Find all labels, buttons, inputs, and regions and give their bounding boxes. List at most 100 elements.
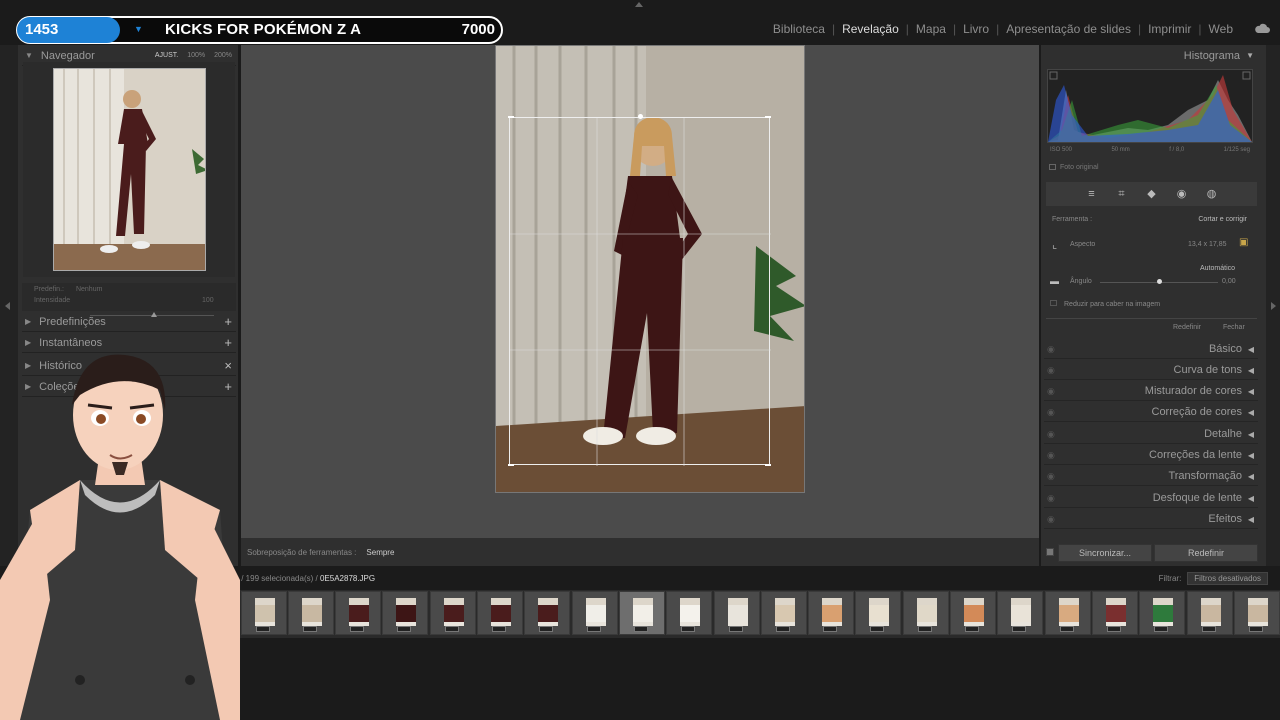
- left-panel-toggle-icon[interactable]: [5, 302, 10, 310]
- section-correcoes-lente[interactable]: ◉ Correções da lente ◀: [1044, 446, 1258, 465]
- module-book[interactable]: Livro: [956, 22, 996, 36]
- filmstrip-thumbnail[interactable]: [950, 591, 996, 635]
- filmstrip-thumbnail[interactable]: [1186, 591, 1233, 635]
- filmstrip-thumbnail[interactable]: [240, 591, 287, 635]
- filmstrip-thumbnail[interactable]: [1233, 591, 1280, 635]
- filmstrip-thumbnail[interactable]: [855, 591, 902, 635]
- crop-handle-bl[interactable]: [508, 464, 514, 466]
- top-panel-toggle-icon[interactable]: [635, 2, 643, 7]
- module-map[interactable]: Mapa: [909, 22, 953, 36]
- add-icon[interactable]: +: [224, 314, 232, 329]
- module-print[interactable]: Imprimir: [1141, 22, 1198, 36]
- crop-handle-top[interactable]: [638, 114, 643, 119]
- filmstrip-thumbnail[interactable]: [760, 591, 807, 635]
- filmstrip-thumbnail[interactable]: [1091, 591, 1138, 635]
- crop-frame-icon[interactable]: ⌞: [1052, 238, 1057, 251]
- eye-icon[interactable]: ◉: [1047, 510, 1055, 529]
- filmstrip-thumbnail[interactable]: [1044, 591, 1091, 635]
- edited-badge-icon: [728, 626, 743, 632]
- add-icon[interactable]: +: [224, 335, 232, 350]
- zoom-200-option[interactable]: 200%: [214, 52, 232, 59]
- section-desfoque[interactable]: ◉ Desfoque de lente ◀: [1044, 489, 1258, 508]
- checkbox[interactable]: [1049, 164, 1056, 171]
- eye-icon[interactable]: ◉: [1047, 467, 1055, 486]
- constrain-checkbox[interactable]: [1050, 300, 1057, 306]
- sliders-icon[interactable]: ≡: [1087, 189, 1097, 200]
- section-correcao-cores[interactable]: ◉ Correção de cores ◀: [1044, 403, 1258, 422]
- module-library[interactable]: Biblioteca: [766, 22, 832, 36]
- tool-overlay-select[interactable]: Sempre: [366, 548, 394, 557]
- section-transformacao[interactable]: ◉ Transformação ◀: [1044, 467, 1258, 486]
- eraser-icon[interactable]: ◆: [1147, 189, 1157, 200]
- filmstrip-thumbnail[interactable]: [335, 591, 382, 635]
- auto-sync-switch[interactable]: [1046, 548, 1054, 556]
- module-slideshow[interactable]: Apresentação de slides: [999, 22, 1138, 36]
- expand-triangle-icon: ◀: [1247, 345, 1254, 354]
- automatic-button[interactable]: Automático: [1200, 265, 1235, 272]
- thumbnail-image: [443, 598, 464, 626]
- eye-icon[interactable]: ◉: [1047, 361, 1055, 380]
- eye-icon[interactable]: ◉: [1047, 382, 1055, 401]
- module-web[interactable]: Web: [1202, 22, 1240, 36]
- filmstrip-thumbnail[interactable]: [382, 591, 429, 635]
- angle-value[interactable]: 0,00: [1222, 278, 1236, 285]
- lock-icon[interactable]: ▣: [1239, 237, 1248, 248]
- filmstrip-thumbnail[interactable]: [713, 591, 760, 635]
- filmstrip-thumbnail[interactable]: [618, 591, 665, 635]
- section-efeitos[interactable]: ◉ Efeitos ◀: [1044, 510, 1258, 529]
- eye-icon[interactable]: ◉: [1047, 446, 1055, 465]
- filter-control: Filtrar: Filtros desativados: [1159, 572, 1268, 585]
- crop-reset-button[interactable]: Redefinir: [1173, 324, 1201, 331]
- crop-handle-br[interactable]: [765, 464, 771, 466]
- crop-icon[interactable]: ⌗: [1117, 189, 1127, 200]
- crop-handle-tr[interactable]: [765, 116, 771, 118]
- histogram[interactable]: [1047, 69, 1253, 143]
- edited-badge-icon: [255, 626, 270, 632]
- level-icon[interactable]: ▬: [1050, 276, 1059, 286]
- crop-handle-tl[interactable]: [508, 116, 514, 118]
- eye-icon[interactable]: ◉: [1047, 403, 1055, 422]
- filmstrip-thumbnail[interactable]: [808, 591, 855, 635]
- original-photo-toggle[interactable]: Foto original: [1049, 164, 1099, 171]
- exif-shutter: 1/125 seg: [1223, 147, 1250, 153]
- zoom-100-option[interactable]: 100%: [187, 52, 205, 59]
- eye-icon[interactable]: ◉: [1047, 340, 1055, 359]
- zoom-fit-option[interactable]: AJUST.: [155, 52, 178, 59]
- navigator-preview[interactable]: [53, 68, 206, 271]
- filter-select[interactable]: Filtros desativados: [1187, 572, 1268, 585]
- thumbnail-image: [301, 598, 322, 626]
- aspect-select[interactable]: 13,4 x 17,85: [1188, 241, 1227, 248]
- filmstrip-thumbnail[interactable]: [477, 591, 523, 635]
- section-curva-de-tons[interactable]: ◉ Curva de tons ◀: [1044, 361, 1258, 380]
- filmstrip-thumbnail[interactable]: [571, 591, 618, 635]
- module-develop[interactable]: Revelação: [835, 22, 906, 36]
- edited-badge-icon: [1248, 626, 1263, 632]
- filmstrip-thumbnail[interactable]: [287, 591, 334, 635]
- mask-icon[interactable]: ◍: [1207, 189, 1217, 200]
- reset-button[interactable]: Redefinir: [1154, 544, 1258, 562]
- filmstrip-thumbnail[interactable]: [429, 591, 476, 635]
- section-detalhe[interactable]: ◉ Detalhe ◀: [1044, 425, 1258, 444]
- filmstrip-thumbnail[interactable]: [666, 591, 713, 635]
- exif-aperture: f / 8,0: [1169, 147, 1185, 153]
- right-panel-toggle-icon[interactable]: [1271, 302, 1276, 310]
- filmstrip-filename[interactable]: 0E5A2878.JPG: [320, 574, 375, 583]
- filmstrip-thumbnail[interactable]: [997, 591, 1044, 635]
- angle-thumb[interactable]: [1157, 279, 1162, 284]
- thumbnail-image: [822, 598, 843, 626]
- section-basico[interactable]: ◉ Básico ◀: [1044, 340, 1258, 359]
- filmstrip-thumbnail[interactable]: [902, 591, 949, 635]
- histogram-header[interactable]: Histograma ▼: [1044, 46, 1258, 66]
- cloud-icon[interactable]: [1254, 22, 1270, 34]
- filmstrip-thumbnail[interactable]: [524, 591, 571, 635]
- crop-close-button[interactable]: Fechar: [1223, 324, 1245, 331]
- eye-icon[interactable]: ◉: [1047, 425, 1055, 444]
- section-predefinicoes[interactable]: ▶ Predefinições +: [22, 312, 236, 332]
- sync-button[interactable]: Sincronizar...: [1058, 544, 1152, 562]
- red-eye-icon[interactable]: ◉: [1177, 189, 1187, 200]
- preset-label: Predefin.:: [34, 286, 64, 293]
- filmstrip-thumbnail[interactable]: [1139, 591, 1186, 635]
- crop-overlay[interactable]: [508, 114, 771, 466]
- eye-icon[interactable]: ◉: [1047, 489, 1055, 508]
- section-misturador[interactable]: ◉ Misturador de cores ◀: [1044, 382, 1258, 401]
